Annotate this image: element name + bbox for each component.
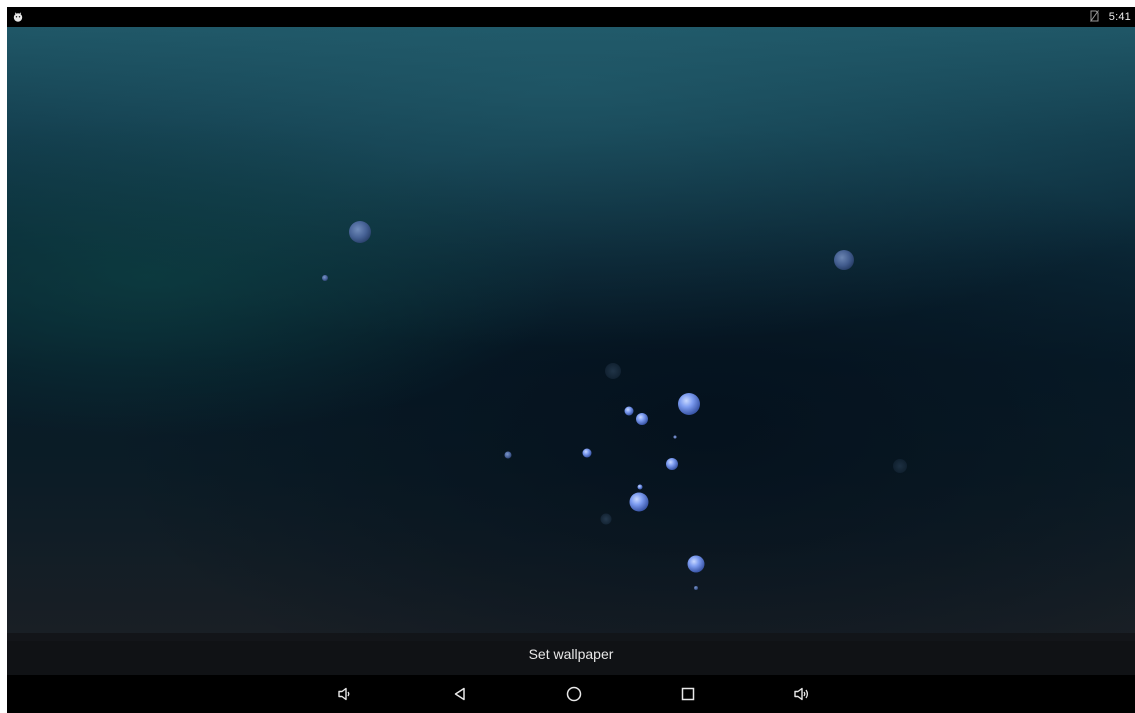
bubble xyxy=(322,275,328,281)
back-icon[interactable] xyxy=(448,682,472,706)
bubble xyxy=(624,406,634,416)
volume-down-icon[interactable] xyxy=(333,682,357,706)
device-screen: 5:41 Set wallpaper xyxy=(7,7,1135,713)
bubble xyxy=(666,458,678,470)
bubble xyxy=(673,435,677,439)
bubble xyxy=(504,451,512,459)
bubble xyxy=(637,484,643,490)
bubble xyxy=(629,492,649,512)
set-wallpaper-button[interactable]: Set wallpaper xyxy=(505,638,638,670)
navigation-bar xyxy=(7,675,1135,713)
android-notification-icon xyxy=(12,11,24,23)
no-sim-icon xyxy=(1089,9,1099,25)
home-icon[interactable] xyxy=(562,682,586,706)
bubble xyxy=(687,555,705,573)
bubble xyxy=(605,363,621,379)
wallpaper-action-bar: Set wallpaper xyxy=(7,633,1135,675)
bubble xyxy=(893,459,907,473)
volume-up-icon[interactable] xyxy=(790,682,814,706)
bubble xyxy=(349,221,371,243)
bubble xyxy=(636,413,648,425)
bubble xyxy=(678,393,700,415)
wallpaper-preview[interactable] xyxy=(7,27,1135,641)
bubble xyxy=(834,250,854,270)
recents-icon[interactable] xyxy=(676,682,700,706)
bubble xyxy=(694,586,698,590)
bubbles-layer xyxy=(322,221,907,590)
status-time: 5:41 xyxy=(1108,11,1131,23)
bubble xyxy=(582,448,592,458)
status-right-area: 5:41 xyxy=(1089,9,1131,25)
status-bar: 5:41 xyxy=(7,7,1135,27)
bubble xyxy=(600,513,612,525)
